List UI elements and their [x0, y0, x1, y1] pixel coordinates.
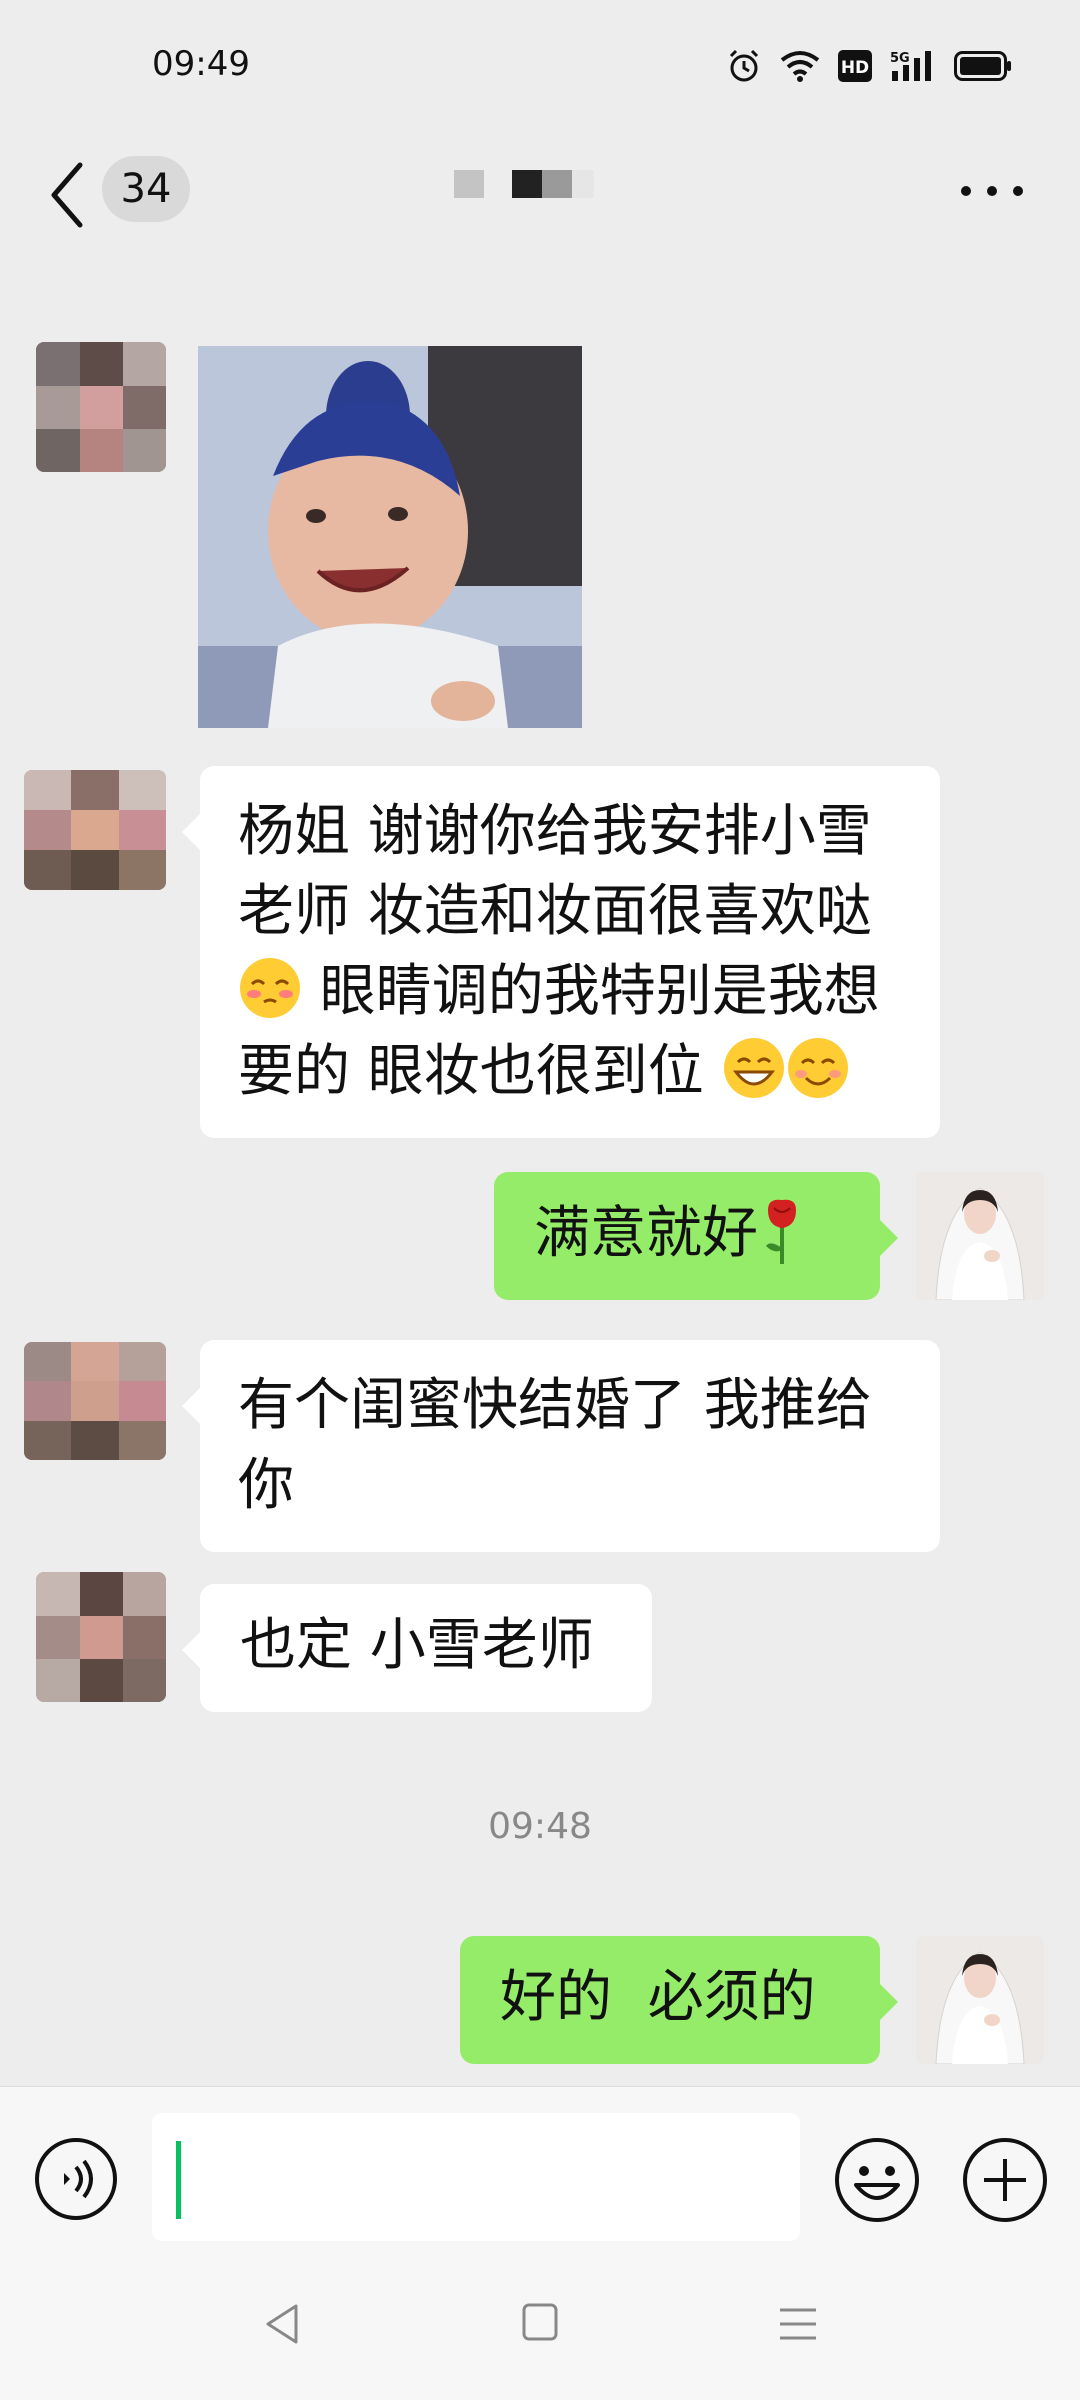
nav-menu-icon[interactable] — [778, 2304, 818, 2344]
message-bubble-incoming[interactable]: 杨姐 谢谢你给我安排小雪老师 妆造和妆面很喜欢哒 眼睛调的我特别是我想要的 眼妆… — [182, 766, 940, 1138]
my-avatar[interactable] — [916, 1936, 1044, 2064]
contact-avatar[interactable] — [36, 342, 166, 472]
hd-label: HD — [841, 58, 869, 78]
child-photo — [198, 346, 582, 728]
wifi-icon — [780, 51, 820, 82]
emoji-icon[interactable] — [834, 2137, 920, 2223]
shy-emoji — [240, 958, 300, 1018]
text-caret — [176, 2141, 181, 2219]
grin-emoji — [723, 1038, 784, 1098]
message-bubble-outgoing[interactable]: 满意就好 — [494, 1172, 898, 1300]
nav-back-icon[interactable] — [262, 2302, 302, 2346]
battery-icon — [954, 51, 1011, 81]
message-text: 杨姐 谢谢你给我安排小雪老师 妆造和妆面很喜欢哒 — [238, 799, 872, 944]
image-message[interactable] — [198, 346, 582, 728]
more-dots-icon[interactable] — [956, 176, 1028, 206]
message-text: 好的 必须的 — [500, 1965, 816, 2030]
message-bubble-incoming[interactable]: 也定 小雪老师 — [182, 1584, 652, 1712]
contact-avatar[interactable] — [36, 1572, 166, 1702]
input-bar — [0, 2086, 1080, 2256]
status-icons: HD 5G — [726, 48, 1012, 84]
bride-photo — [916, 1936, 1044, 2064]
signal-5g-icon: 5G — [890, 51, 931, 81]
alarm-icon — [729, 49, 759, 82]
message-text: 也定 小雪老师 — [240, 1613, 594, 1678]
bride-photo — [916, 1172, 1044, 1300]
back-chevron-icon[interactable] — [40, 155, 96, 235]
network-label: 5G — [890, 51, 910, 66]
contact-avatar[interactable] — [24, 770, 166, 890]
message-text: 满意就好 — [534, 1201, 758, 1266]
voice-icon[interactable] — [34, 2137, 118, 2221]
smile-emoji — [787, 1038, 848, 1098]
message-text: 有个闺蜜快结婚了 我推给你 — [238, 1373, 872, 1518]
message-timestamp: 09:48 — [488, 1806, 592, 1847]
status-time: 09:49 — [152, 44, 250, 84]
message-list[interactable]: 杨姐 谢谢你给我安排小雪老师 妆造和妆面很喜欢哒 眼睛调的我特别是我想要的 眼妆… — [0, 260, 1080, 2086]
hd-icon: HD — [838, 50, 872, 82]
nav-home-icon[interactable] — [522, 2302, 558, 2342]
message-bubble-outgoing[interactable]: 好的 必须的 — [460, 1936, 898, 2064]
chat-header: 34 — [0, 130, 1080, 260]
contact-avatar[interactable] — [24, 1342, 166, 1460]
plus-icon[interactable] — [962, 2137, 1048, 2223]
message-input[interactable] — [152, 2113, 800, 2241]
system-nav-bar — [0, 2256, 1080, 2400]
chat-title-pixelated — [454, 170, 604, 200]
my-avatar[interactable] — [916, 1172, 1044, 1300]
rose-emoji — [766, 1199, 796, 1264]
message-bubble-incoming[interactable]: 有个闺蜜快结婚了 我推给你 — [182, 1340, 940, 1552]
unread-count-badge[interactable]: 34 — [102, 156, 190, 222]
status-bar: 09:49 HD 5G — [0, 0, 1080, 130]
